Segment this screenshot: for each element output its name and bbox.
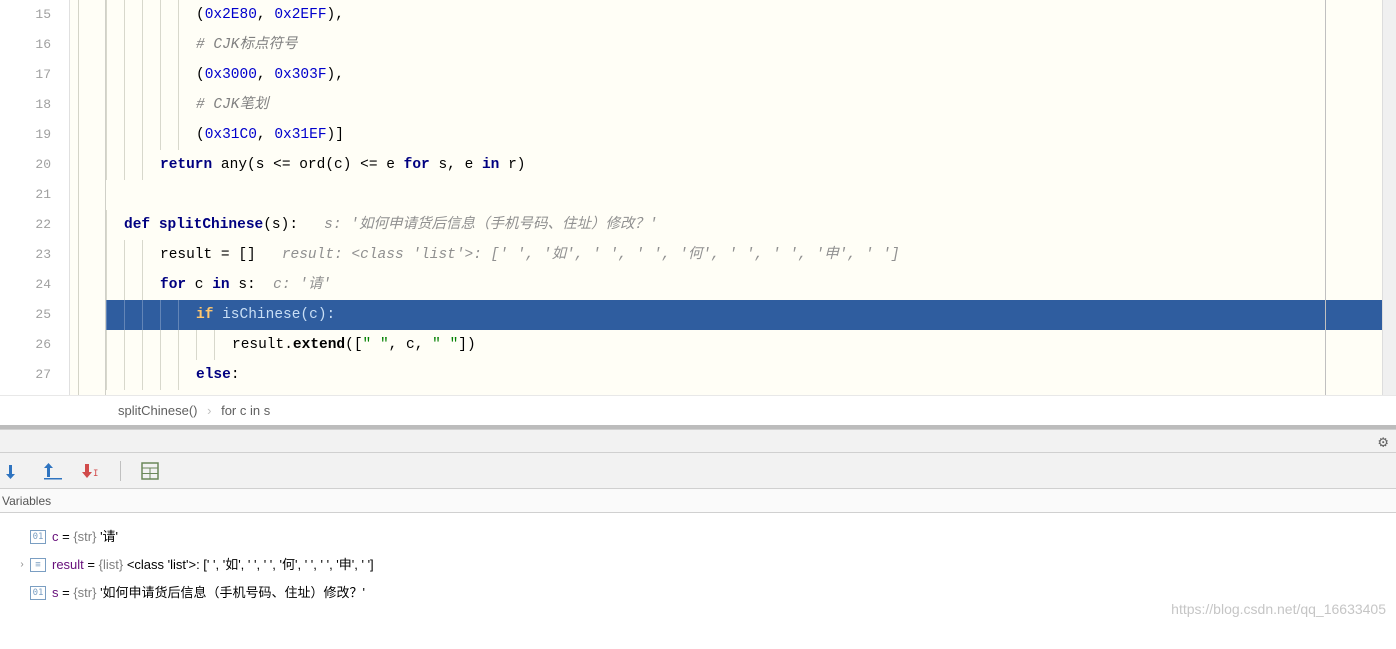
code-line[interactable]: # CJK标点符号	[106, 30, 1395, 60]
calculator-icon[interactable]	[141, 462, 159, 480]
code-line[interactable]: for c in s: c: '请'	[106, 270, 1395, 300]
var-name: result	[52, 551, 84, 579]
var-type: {str}	[73, 579, 96, 607]
code-line[interactable]: result.extend([" ", c, " "])	[106, 330, 1395, 360]
var-value: <class 'list'>: [' ', '如', ' ', ' ', '何'…	[123, 551, 373, 579]
code-line[interactable]: if isChinese(c):	[106, 300, 1395, 330]
variable-row[interactable]: 01c = {str} '请'	[0, 523, 1396, 551]
line-number: 16	[0, 30, 51, 60]
watermark: https://blog.csdn.net/qq_16633405	[1171, 601, 1386, 617]
code-line[interactable]	[106, 180, 1395, 210]
step-down-icon[interactable]	[6, 462, 24, 480]
code-line[interactable]: else:	[106, 360, 1395, 390]
var-value: '请'	[96, 523, 118, 551]
variable-row[interactable]: ›≡ result = {list} <class 'list'>: [' ', …	[0, 551, 1396, 579]
line-number: 15	[0, 0, 51, 30]
code-line[interactable]: (0x3000, 0x303F),	[106, 60, 1395, 90]
line-number: 27	[0, 360, 51, 390]
code-content[interactable]: (0x2E80, 0x2EFF),# CJK标点符号(0x3000, 0x303…	[106, 0, 1395, 395]
code-line[interactable]: return any(s <= ord(c) <= e for s, e in …	[106, 150, 1395, 180]
toolbar-separator	[120, 461, 121, 481]
step-into-icon[interactable]: I	[82, 462, 100, 480]
var-equals: =	[59, 579, 74, 607]
line-number: 25	[0, 300, 51, 330]
gear-icon[interactable]: ⚙	[1378, 432, 1388, 452]
line-number: 26	[0, 330, 51, 360]
var-value: '如何申请货后信息（手机号码、住址）修改？'	[96, 579, 365, 607]
code-line[interactable]: # CJK笔划	[106, 90, 1395, 120]
debug-toolbar: I	[0, 453, 1396, 489]
var-type-icon: 01	[30, 586, 46, 600]
editor-divider	[1325, 0, 1326, 395]
breadcrumb[interactable]: splitChinese() › for c in s	[0, 395, 1396, 425]
tab-label: Variables	[2, 494, 51, 508]
variables-tab[interactable]: Variables	[0, 489, 1396, 513]
code-editor[interactable]: 15161718192021222324252627 (0x2E80, 0x2E…	[0, 0, 1396, 395]
line-number: 22	[0, 210, 51, 240]
line-number: 24	[0, 270, 51, 300]
code-line[interactable]: result = [] result: <class 'list'>: [' '…	[106, 240, 1395, 270]
line-number: 18	[0, 90, 51, 120]
expand-icon[interactable]: ›	[14, 551, 30, 579]
var-type-icon: ≡	[30, 558, 46, 572]
svg-text:I: I	[93, 469, 98, 479]
variables-panel[interactable]: 01c = {str} '请'›≡ result = {list} <class …	[0, 513, 1396, 607]
var-type-icon: 01	[30, 530, 46, 544]
line-number: 17	[0, 60, 51, 90]
breadcrumb-item[interactable]: for c in s	[221, 403, 270, 418]
line-number: 23	[0, 240, 51, 270]
var-type: {list}	[99, 551, 124, 579]
code-line[interactable]: (0x2E80, 0x2EFF),	[106, 0, 1395, 30]
line-number-gutter: 15161718192021222324252627	[0, 0, 70, 395]
chevron-right-icon: ›	[201, 403, 217, 418]
step-up-icon[interactable]	[44, 462, 62, 480]
var-type: {str}	[73, 523, 96, 551]
line-number: 21	[0, 180, 51, 210]
var-equals: =	[59, 523, 74, 551]
var-equals: =	[84, 551, 99, 579]
breadcrumb-item[interactable]: splitChinese()	[118, 403, 197, 418]
panel-toolstrip: ⚙	[0, 429, 1396, 453]
scrollbar-vertical[interactable]	[1382, 0, 1396, 395]
code-line[interactable]: def splitChinese(s): s: '如何申请货后信息（手机号码、住…	[106, 210, 1395, 240]
line-number: 19	[0, 120, 51, 150]
fold-gutter	[70, 0, 106, 395]
line-number: 20	[0, 150, 51, 180]
code-line[interactable]: (0x31C0, 0x31EF)]	[106, 120, 1395, 150]
